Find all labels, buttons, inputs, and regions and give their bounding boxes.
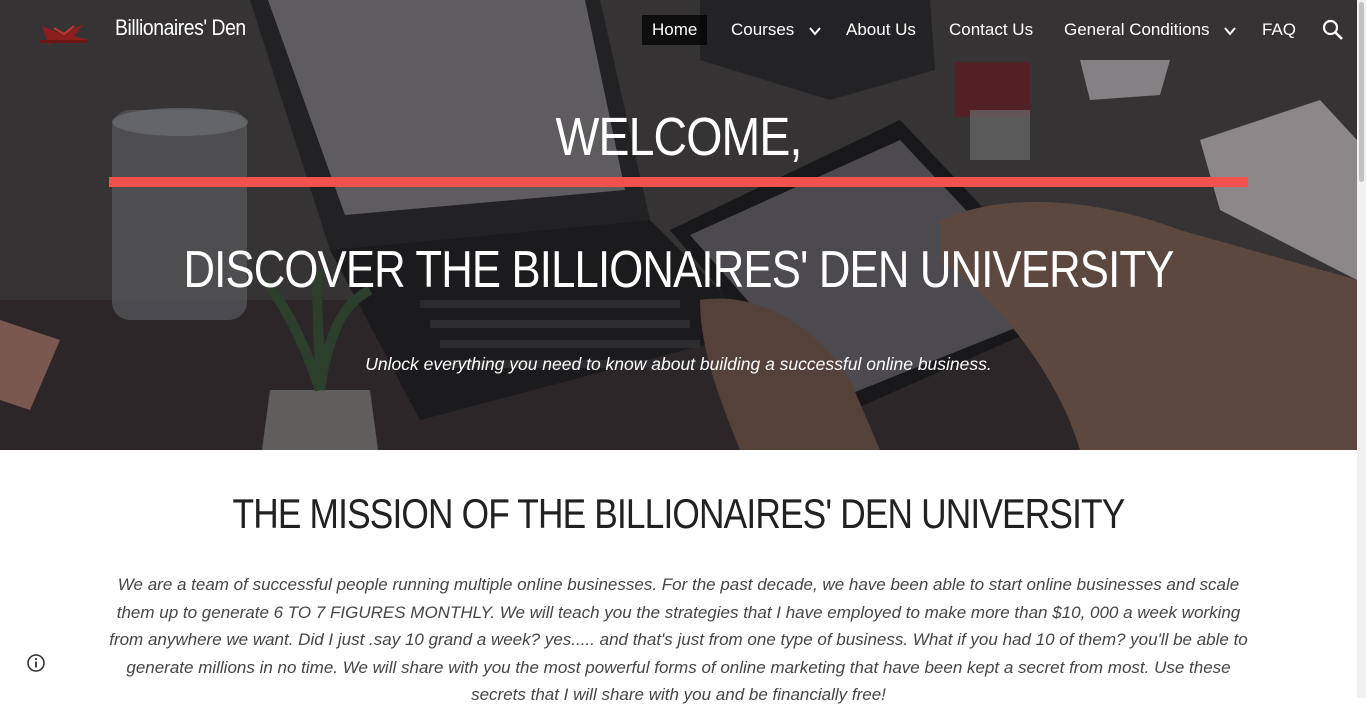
nav-courses[interactable]: Courses [721, 15, 804, 45]
info-icon[interactable] [26, 653, 46, 673]
hero-welcome: WELCOME, [555, 107, 803, 167]
hero-overlay [0, 0, 1357, 450]
hero-tagline: Unlock everything you need to know about… [365, 354, 992, 374]
scrollbar-thumb[interactable] [1359, 2, 1364, 182]
nav-home[interactable]: Home [642, 15, 708, 45]
mission-body: We are a team of successful people runni… [109, 575, 1248, 704]
hero-divider [109, 177, 1248, 187]
nav-faq[interactable]: FAQ [1252, 15, 1306, 45]
mission-title: THE MISSION OF THE BILLIONAIRES' DEN UNI… [232, 490, 1126, 537]
chevron-down-icon[interactable] [808, 24, 822, 38]
top-navigation: Billionaires' Den Home Courses About Us … [0, 0, 1357, 60]
hero-banner: Billionaires' Den Home Courses About Us … [0, 0, 1357, 450]
nav-general-conditions[interactable]: General Conditions [1054, 15, 1220, 45]
search-icon[interactable] [1322, 19, 1344, 41]
site-title[interactable]: Billionaires' Den [115, 15, 246, 41]
chevron-down-icon[interactable] [1223, 24, 1237, 38]
hero-heading: DISCOVER THE BILLIONAIRES' DEN UNIVERSIT… [183, 241, 1174, 299]
nav-contact-us[interactable]: Contact Us [939, 15, 1043, 45]
logo-icon[interactable] [36, 20, 92, 46]
nav-about-us[interactable]: About Us [836, 15, 926, 45]
